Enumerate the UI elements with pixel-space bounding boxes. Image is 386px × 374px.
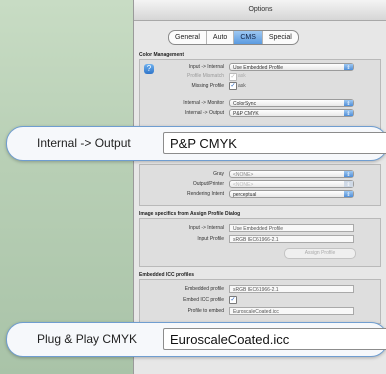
output-printer-popup[interactable]: <NONE> ⇕ bbox=[229, 180, 354, 188]
embed-icc-label: Embed ICC profile bbox=[183, 297, 224, 303]
profile-to-embed-label: Profile to embed bbox=[187, 308, 224, 314]
assign-profile-button[interactable]: Assign Profile bbox=[284, 248, 356, 259]
missing-profile-label: Missing Profile bbox=[191, 83, 224, 89]
rendering-intent-popup[interactable]: perceptual ⇕ bbox=[229, 190, 354, 198]
up-down-arrows-icon: ⇕ bbox=[344, 171, 353, 178]
options-window: Options General Auto CMS Special Color M… bbox=[133, 0, 386, 374]
callout-plug-label: Plug & Play CMYK bbox=[37, 332, 138, 346]
missing-profile-check-label: ask bbox=[238, 83, 246, 89]
color-management-title: Color Management bbox=[139, 52, 185, 58]
callout-plug-field[interactable]: EuroscaleCoated.icc bbox=[163, 328, 386, 350]
internal-monitor-popup[interactable]: ColorSync ⇕ bbox=[229, 99, 354, 107]
input-profile-label: Input Profile bbox=[197, 236, 224, 242]
tab-auto[interactable]: Auto bbox=[207, 31, 235, 44]
tab-cms[interactable]: CMS bbox=[234, 31, 263, 44]
assign-input-internal-field: Use Embedded Profile bbox=[229, 224, 354, 232]
question-mark-icon[interactable]: ? bbox=[144, 64, 154, 74]
profile-mismatch-checkbox[interactable]: ✓ bbox=[229, 73, 237, 81]
internal-output-popup[interactable]: P&P CMYK ⇕ bbox=[229, 109, 354, 117]
tab-general[interactable]: General bbox=[169, 31, 207, 44]
internal-output-label: Internal -> Output bbox=[184, 110, 224, 116]
callout-output-field[interactable]: P&P CMYK bbox=[163, 132, 386, 154]
profile-mismatch-label: Profile Mismatch bbox=[187, 73, 224, 79]
embedded-profile-field: sRGB IEC61966-2.1 bbox=[229, 285, 354, 293]
input-internal-label: Input -> Internal bbox=[188, 64, 224, 70]
up-down-arrows-icon: ⇕ bbox=[344, 64, 353, 71]
tab-bar: General Auto CMS Special bbox=[168, 30, 299, 45]
input-profile-field: sRGB IEC61966-2.1 bbox=[229, 235, 354, 243]
profile-mismatch-check-label: ask bbox=[238, 73, 246, 79]
embedded-profile-label: Embedded profile bbox=[184, 286, 224, 292]
up-down-arrows-icon: ⇕ bbox=[344, 181, 353, 188]
rendering-intent-label: Rendering Intent bbox=[187, 191, 224, 197]
checkmark-icon: ✓ bbox=[230, 74, 236, 80]
assign-profile-title: Image specifics from Assign Profile Dial… bbox=[139, 211, 241, 217]
profile-to-embed-field: EuroscaleCoated.icc bbox=[229, 307, 354, 315]
missing-profile-checkbox[interactable]: ✓ bbox=[229, 82, 237, 90]
up-down-arrows-icon: ⇕ bbox=[344, 191, 353, 198]
gray-popup[interactable]: <NONE> ⇕ bbox=[229, 170, 354, 178]
plug-play-callout: Plug & Play CMYK EuroscaleCoated.icc bbox=[6, 322, 386, 357]
window-title: Options bbox=[134, 0, 386, 21]
input-internal-popup[interactable]: Use Embedded Profile ⇕ bbox=[229, 63, 354, 71]
up-down-arrows-icon: ⇕ bbox=[344, 100, 353, 107]
embed-icc-checkbox[interactable]: ✓ bbox=[229, 296, 237, 304]
tab-special[interactable]: Special bbox=[263, 31, 298, 44]
internal-monitor-label: Internal -> Monitor bbox=[183, 100, 224, 106]
gray-label: Gray bbox=[213, 171, 224, 177]
checkmark-icon: ✓ bbox=[230, 297, 236, 303]
embedded-title: Embedded ICC profiles bbox=[139, 272, 195, 278]
checkmark-icon: ✓ bbox=[230, 83, 236, 89]
internal-output-callout: Internal -> Output P&P CMYK bbox=[6, 126, 386, 161]
output-printer-label: Output/Printer bbox=[192, 181, 224, 187]
up-down-arrows-icon: ⇕ bbox=[344, 110, 353, 117]
assign-input-internal-label: Input -> Internal bbox=[188, 225, 224, 231]
callout-output-label: Internal -> Output bbox=[37, 136, 131, 150]
